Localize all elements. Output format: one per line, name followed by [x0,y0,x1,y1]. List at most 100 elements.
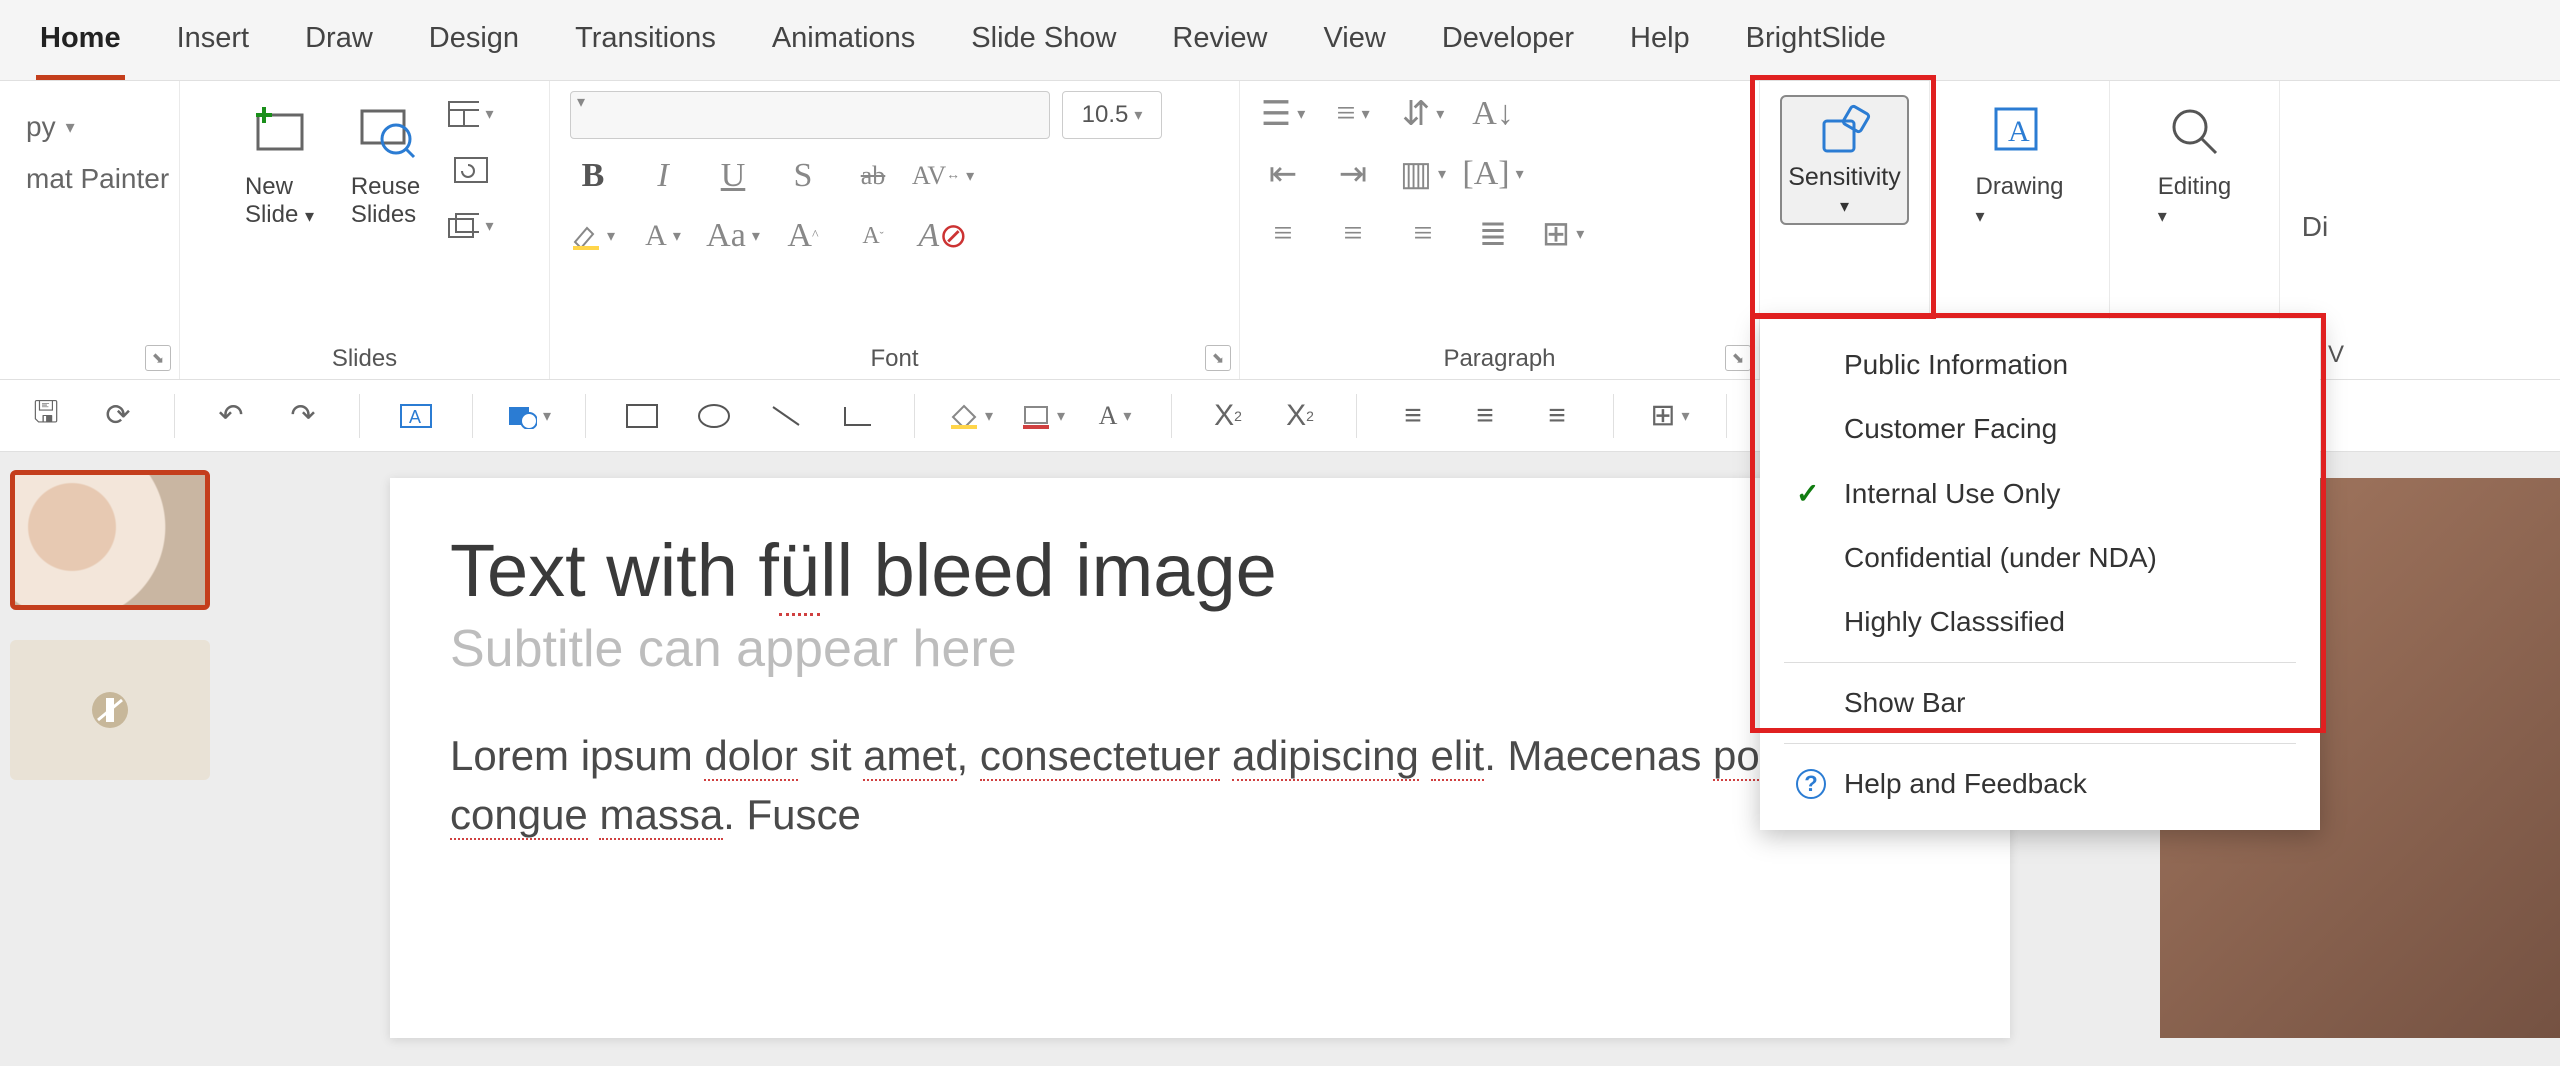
columns-button[interactable]: ▥ [1400,151,1446,197]
slides-group-label: Slides [332,345,397,373]
shadow-button[interactable]: S [780,153,826,199]
ribbon-tabs: Home Insert Draw Design Transitions Anim… [0,0,2560,80]
save-icon[interactable]: 🖫 [24,394,68,438]
font-color-button[interactable]: A [640,213,686,259]
search-icon [2166,103,2222,159]
sort-button[interactable]: A↓ [1470,91,1516,137]
tab-help[interactable]: Help [1626,12,1694,80]
chevron-down-icon: ▾ [1840,196,1849,217]
line-spacing-button[interactable]: ⇵ [1400,91,1446,137]
increase-indent-button[interactable]: ⇥ [1330,151,1376,197]
undo-icon[interactable]: ↶ [209,394,253,438]
reset-button[interactable] [448,147,494,193]
format-painter-button[interactable]: mat Painter [26,163,184,195]
font-group-label: Font [870,345,918,373]
align-right-button[interactable]: ≡ [1400,211,1446,257]
ribbon: py▾ mat Painter ⬊ NewSlide ▾ [0,80,2560,380]
tab-brightslide[interactable]: BrightSlide [1742,12,1890,80]
sensitivity-icon [1816,103,1872,159]
paragraph-group-label: Paragraph [1443,345,1555,373]
slide-subtitle[interactable]: Subtitle can appear here [450,619,1950,679]
textbox-icon[interactable]: A [394,394,438,438]
justify-button[interactable]: ≣ [1470,211,1516,257]
slide-body-text[interactable]: Lorem ipsum dolor sit amet, consectetuer… [450,727,1950,845]
clipboard-launcher-icon[interactable]: ⬊ [145,345,171,371]
section-button[interactable] [448,203,494,249]
sensitivity-showbar[interactable]: Show Bar [1760,671,2320,735]
strikethrough-button[interactable]: ab [850,153,896,199]
numbering-button[interactable]: ≡ [1330,91,1376,137]
shape-fill-icon[interactable] [949,394,993,438]
layout-button[interactable] [448,91,494,137]
svg-text:A: A [2008,115,2030,148]
text-direction-button[interactable]: [A] [1470,151,1516,197]
drawing-icon: A [1990,101,2050,161]
qat-align-center-icon[interactable]: ≡ [1463,394,1507,438]
reuse-slides-button[interactable]: ReuseSlides [342,91,430,233]
shrink-font-button[interactable]: Aˇ [850,213,896,259]
paragraph-launcher-icon[interactable]: ⬊ [1725,345,1751,371]
clear-formatting-button[interactable]: A⊘ [920,213,966,259]
shape-elbow-icon[interactable] [836,394,880,438]
subscript-icon[interactable]: X2 [1206,394,1250,438]
tab-design[interactable]: Design [425,12,523,80]
tab-home[interactable]: Home [36,12,125,80]
smartart-button[interactable]: ⊞ [1540,211,1586,257]
editing-button[interactable]: Editing▾ [2150,91,2239,233]
bold-button[interactable]: B [570,153,616,199]
bottle-icon [90,690,130,730]
sensitivity-option-public[interactable]: Public Information [1760,333,2320,397]
sensitivity-option-classified[interactable]: Highly Classsified [1760,590,2320,654]
shape-outline-icon[interactable] [1021,394,1065,438]
shape-oval-icon[interactable] [692,394,736,438]
tab-animations[interactable]: Animations [768,12,919,80]
new-slide-icon [250,101,310,161]
sensitivity-button[interactable]: Sensitivity ▾ [1780,95,1909,225]
new-slide-button[interactable]: NewSlide ▾ [236,91,324,233]
svg-text:A: A [409,407,421,427]
char-spacing-button[interactable]: AV↔ [920,153,966,199]
tab-insert[interactable]: Insert [173,12,254,80]
tab-developer[interactable]: Developer [1438,12,1578,80]
tab-view[interactable]: View [1319,12,1389,80]
copy-button[interactable]: py▾ [26,111,184,143]
bullets-button[interactable]: ☰ [1260,91,1306,137]
check-icon: ✓ [1796,477,1826,510]
tab-slideshow[interactable]: Slide Show [967,12,1120,80]
drawing-button[interactable]: A Drawing▾ [1967,91,2071,233]
superscript-icon[interactable]: X2 [1278,394,1322,438]
thumbnail-panel [0,452,230,1066]
arrange-icon[interactable]: ⊞ [1648,394,1692,438]
tab-draw[interactable]: Draw [301,12,377,80]
underline-button[interactable]: U [710,153,756,199]
sensitivity-option-confidential[interactable]: Confidential (under NDA) [1760,526,2320,590]
font-launcher-icon[interactable]: ⬊ [1205,345,1231,371]
qat-align-left-icon[interactable]: ≡ [1391,394,1435,438]
font-color-qat-icon[interactable]: A [1093,394,1137,438]
tab-transitions[interactable]: Transitions [571,12,720,80]
sensitivity-help[interactable]: ?Help and Feedback [1760,752,2320,816]
highlight-color-button[interactable] [570,213,616,259]
tab-review[interactable]: Review [1168,12,1271,80]
grow-font-button[interactable]: A^ [780,213,826,259]
redo-icon[interactable]: ↷ [281,394,325,438]
align-left-button[interactable]: ≡ [1260,211,1306,257]
font-size-picker[interactable]: 10.5 [1062,91,1162,139]
reuse-slides-icon [356,101,416,161]
sensitivity-option-internal[interactable]: ✓Internal Use Only [1760,461,2320,526]
shape-line-icon[interactable] [764,394,808,438]
decrease-indent-button[interactable]: ⇤ [1260,151,1306,197]
shape-rect-icon[interactable] [620,394,664,438]
slide-thumbnail-2[interactable] [10,640,210,780]
slide-title[interactable]: Text with füll bleed image [450,528,1950,613]
sync-icon[interactable]: ⟳ [96,394,140,438]
shapes-icon[interactable] [507,394,551,438]
slide-thumbnail-1[interactable] [10,470,210,610]
font-family-picker[interactable] [570,91,1050,139]
change-case-button[interactable]: Aa [710,213,756,259]
italic-button[interactable]: I [640,153,686,199]
sensitivity-menu: Public Information Customer Facing ✓Inte… [1760,319,2320,830]
align-center-button[interactable]: ≡ [1330,211,1376,257]
qat-align-right-icon[interactable]: ≡ [1535,394,1579,438]
sensitivity-option-customer[interactable]: Customer Facing [1760,397,2320,461]
